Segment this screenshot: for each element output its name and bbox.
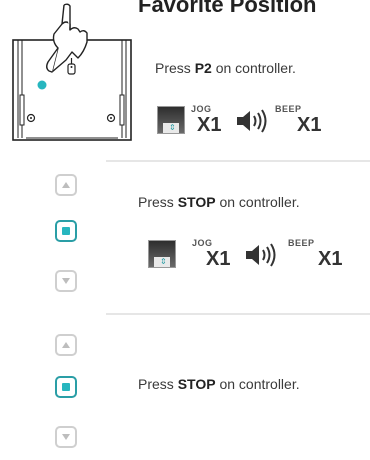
page-title: Favorite Position bbox=[138, 0, 317, 17]
speaker-icon bbox=[246, 243, 276, 267]
motor-head-device-icon bbox=[12, 3, 132, 141]
step-3-suffix: on controller. bbox=[215, 376, 300, 392]
stop-square-icon bbox=[62, 383, 70, 391]
step-2-feedback: ⇕ JOG X1 BEEP X1 bbox=[148, 238, 370, 274]
jog-label: JOG bbox=[192, 238, 213, 248]
beep-label: BEEP bbox=[275, 104, 302, 114]
jog-count: X1 bbox=[206, 248, 231, 270]
up-button bbox=[55, 174, 77, 196]
up-button bbox=[55, 334, 77, 356]
up-arrow-icon bbox=[62, 342, 70, 348]
step-3-prefix: Press bbox=[138, 376, 178, 392]
speaker-icon bbox=[237, 109, 267, 133]
down-button bbox=[55, 426, 77, 448]
step-1-key: P2 bbox=[194, 60, 212, 76]
step-2-prefix: Press bbox=[138, 194, 178, 210]
stop-button bbox=[55, 376, 77, 398]
beep-label: BEEP bbox=[288, 238, 315, 248]
divider bbox=[106, 313, 370, 315]
stop-square-icon bbox=[62, 227, 70, 235]
jog-shade-icon: ⇕ bbox=[157, 106, 185, 134]
stop-button bbox=[55, 220, 77, 242]
step-1-suffix: on controller. bbox=[211, 60, 296, 76]
step-2-suffix: on controller. bbox=[215, 194, 300, 210]
jog-shade-icon: ⇕ bbox=[148, 240, 176, 268]
down-button bbox=[55, 270, 77, 292]
step-3-key: STOP bbox=[177, 376, 216, 392]
step-2-instruction: Press STOP on controller. bbox=[138, 194, 300, 210]
up-arrow-icon bbox=[62, 182, 70, 188]
divider bbox=[106, 160, 370, 162]
beep-count: X1 bbox=[318, 248, 343, 270]
down-arrow-icon bbox=[62, 278, 70, 284]
beep-count: X1 bbox=[297, 114, 322, 136]
step-1-instruction: Press P2 on controller. bbox=[155, 60, 296, 76]
step-1-feedback: ⇕ JOG X1 BEEP X1 bbox=[157, 104, 370, 140]
step-2-key: STOP bbox=[177, 194, 216, 210]
step-1-prefix: Press bbox=[155, 60, 195, 76]
jog-count: X1 bbox=[197, 114, 222, 136]
jog-label: JOG bbox=[191, 104, 212, 114]
down-arrow-icon bbox=[62, 434, 70, 440]
step-3-instruction: Press STOP on controller. bbox=[138, 376, 300, 392]
